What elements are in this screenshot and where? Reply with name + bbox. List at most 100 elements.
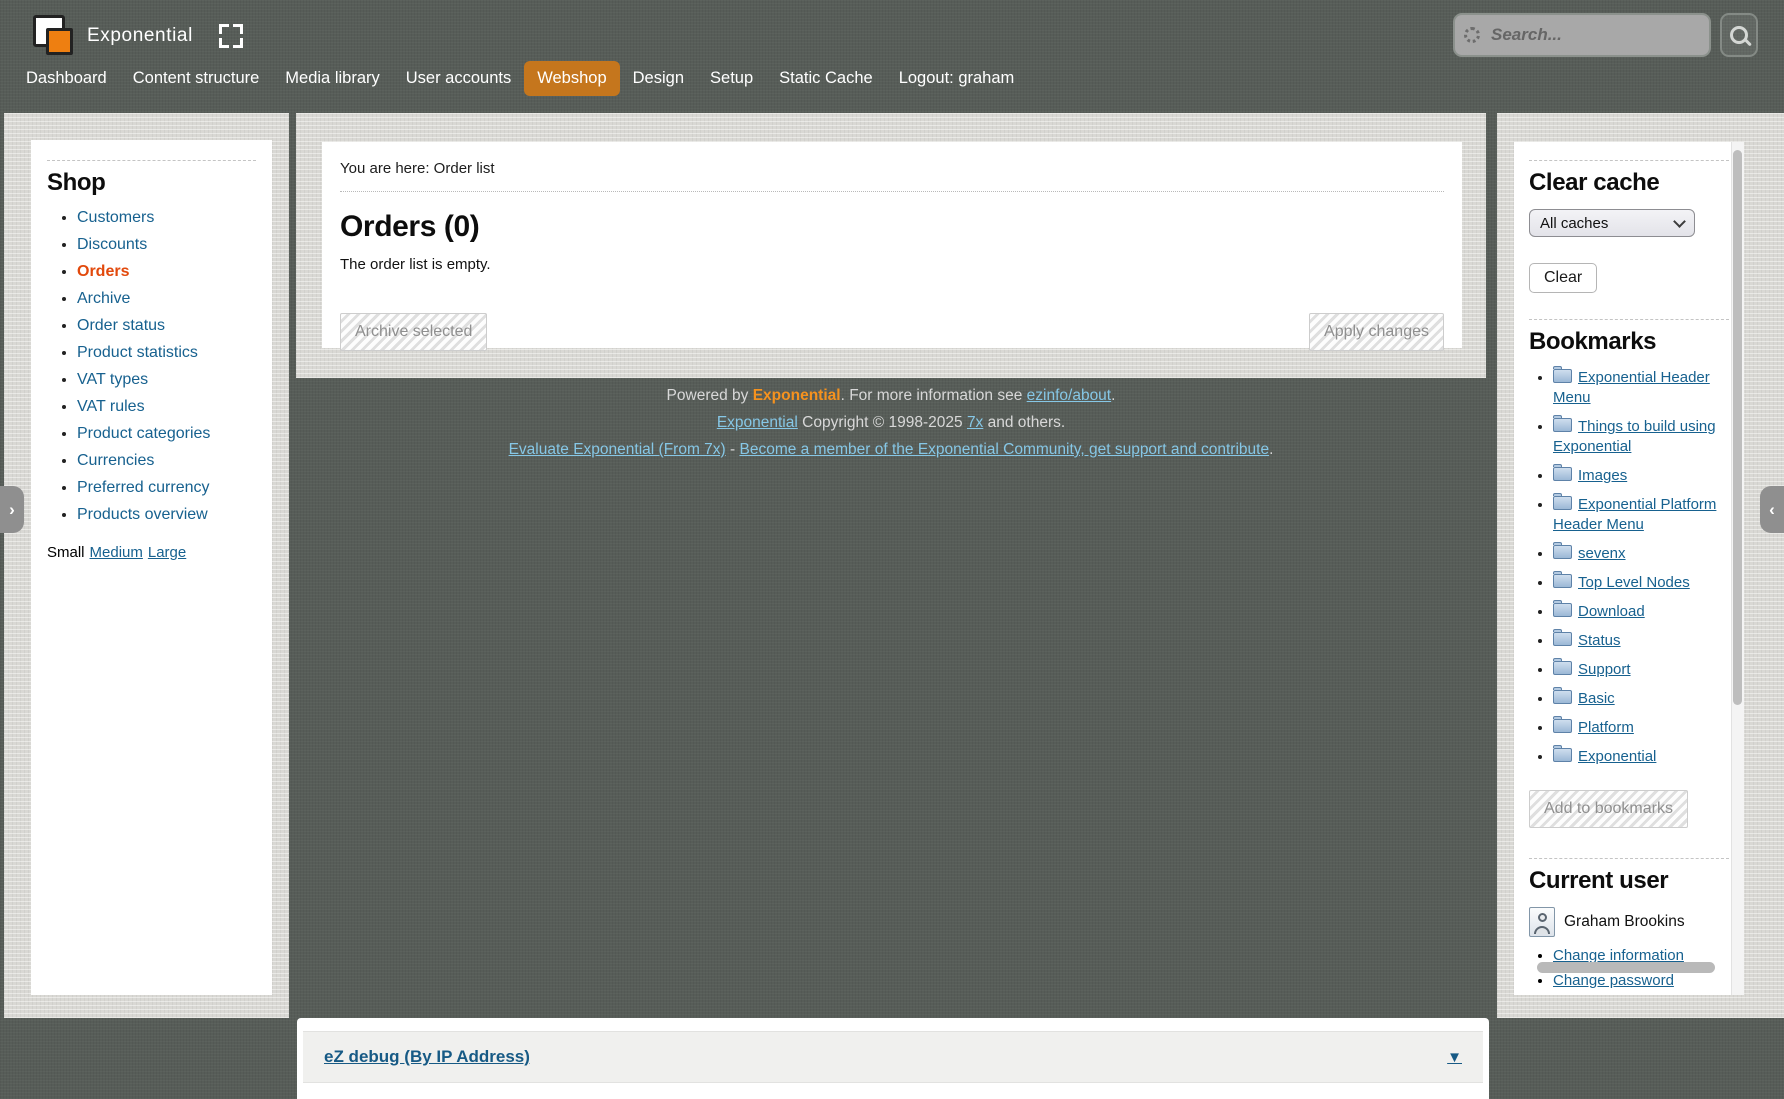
- shop-menu-link[interactable]: Preferred currency: [77, 479, 210, 496]
- folder-icon: [1553, 574, 1572, 588]
- folder-icon: [1553, 496, 1572, 510]
- folder-icon: [1553, 719, 1572, 733]
- community-link[interactable]: Become a member of the Exponential Commu…: [739, 441, 1269, 458]
- horizontal-scrollbar-thumb[interactable]: [1537, 962, 1715, 973]
- shop-menu-item: Preferred currency: [77, 479, 256, 497]
- search-input[interactable]: [1453, 13, 1711, 57]
- shop-menu-link[interactable]: Products overview: [77, 506, 208, 523]
- nav-item[interactable]: Design: [620, 61, 697, 96]
- bookmark-item: Download: [1553, 602, 1729, 622]
- shop-menu-link[interactable]: Order status: [77, 317, 165, 334]
- shop-menu-link[interactable]: Product categories: [77, 425, 210, 442]
- collapse-right-panel-handle[interactable]: ‹: [1760, 486, 1784, 533]
- bookmark-item: Platform: [1553, 718, 1729, 738]
- ezinfo-about-link[interactable]: ezinfo/about: [1027, 387, 1111, 404]
- folder-icon: [1553, 603, 1572, 617]
- right-sidebar: Clear cache All caches Clear Bookmarks E…: [1497, 113, 1784, 1018]
- nav-item[interactable]: Setup: [697, 61, 766, 96]
- current-user-name: Graham Brookins: [1564, 913, 1685, 931]
- vertical-scrollbar[interactable]: [1731, 142, 1744, 995]
- bookmark-link[interactable]: Platform: [1578, 719, 1634, 736]
- bookmark-item: Support: [1553, 660, 1729, 680]
- bookmark-link[interactable]: Basic: [1578, 690, 1615, 707]
- nav-item[interactable]: User accounts: [393, 61, 524, 96]
- folder-icon: [1553, 632, 1572, 646]
- expand-left-panel-handle[interactable]: ›: [0, 486, 24, 533]
- main-nav: DashboardContent structureMedia libraryU…: [13, 61, 1027, 96]
- shop-panel-title: Shop: [47, 169, 256, 197]
- shop-menu-item: Products overview: [77, 506, 256, 524]
- shop-menu-link[interactable]: Orders: [77, 263, 129, 280]
- folder-icon: [1553, 661, 1572, 675]
- archive-selected-button[interactable]: Archive selected: [340, 313, 487, 351]
- bookmark-item: sevenx: [1553, 544, 1729, 564]
- footer-line-community: Evaluate Exponential (From 7x) - Become …: [296, 436, 1486, 463]
- bookmark-link[interactable]: Exponential Platform Header Menu: [1553, 496, 1716, 533]
- bookmark-link[interactable]: Images: [1578, 467, 1627, 484]
- shop-menu-link[interactable]: Archive: [77, 290, 130, 307]
- shop-panel: Shop Customers Discounts Orders Archive: [31, 140, 272, 995]
- shop-menu-item: Order status: [77, 317, 256, 335]
- bookmark-item: Basic: [1553, 689, 1729, 709]
- current-user-title: Current user: [1529, 867, 1729, 895]
- divider: [1529, 319, 1729, 320]
- cache-type-selected-value: All caches: [1540, 215, 1608, 232]
- bookmark-link[interactable]: Download: [1578, 603, 1645, 620]
- nav-item[interactable]: Content structure: [120, 61, 273, 96]
- bookmark-link[interactable]: Status: [1578, 632, 1621, 649]
- divider: [1529, 858, 1729, 859]
- add-to-bookmarks-button[interactable]: Add to bookmarks: [1529, 790, 1688, 828]
- bookmarks-list: Exponential Header Menu Things to build …: [1529, 368, 1729, 767]
- brand-name: Exponential: [753, 387, 841, 404]
- nav-item[interactable]: Static Cache: [766, 61, 886, 96]
- divider: [47, 160, 256, 161]
- nav-item[interactable]: Logout: graham: [886, 61, 1028, 96]
- shop-menu-link[interactable]: Customers: [77, 209, 154, 226]
- nav-item[interactable]: Media library: [272, 61, 392, 96]
- bookmark-item: Exponential Header Menu: [1553, 368, 1729, 408]
- nav-item[interactable]: Dashboard: [13, 61, 120, 96]
- debug-collapse-toggle[interactable]: ▼: [1447, 1049, 1462, 1066]
- evaluate-link[interactable]: Evaluate Exponential (From 7x): [509, 441, 726, 458]
- shop-menu-link[interactable]: Product statistics: [77, 344, 198, 361]
- clear-cache-button[interactable]: Clear: [1529, 263, 1597, 293]
- tools-panel: Clear cache All caches Clear Bookmarks E…: [1514, 142, 1744, 995]
- 7x-link[interactable]: 7x: [967, 414, 983, 431]
- search-button[interactable]: [1720, 13, 1758, 57]
- bookmark-link[interactable]: Top Level Nodes: [1578, 574, 1690, 591]
- user-avatar: [1529, 907, 1555, 937]
- cache-type-select[interactable]: All caches: [1529, 209, 1695, 237]
- shop-menu-item: Product categories: [77, 425, 256, 443]
- bookmark-link[interactable]: Support: [1578, 661, 1631, 678]
- shop-menu-link[interactable]: Discounts: [77, 236, 147, 253]
- main-content-area: You are here: Order list Orders (0) The …: [296, 113, 1486, 378]
- fullscreen-icon[interactable]: [219, 24, 243, 48]
- bookmark-item: Status: [1553, 631, 1729, 651]
- shop-menu-item: Currencies: [77, 452, 256, 470]
- shop-menu-link[interactable]: VAT rules: [77, 398, 145, 415]
- app-logo[interactable]: Exponential: [33, 15, 243, 57]
- shop-menu-link[interactable]: Currencies: [77, 452, 154, 469]
- footer-line-copyright: Exponential Copyright © 1998-2025 7x and…: [296, 409, 1486, 436]
- left-sidebar: Shop Customers Discounts Orders Archive: [4, 113, 289, 1018]
- shop-menu-link[interactable]: VAT types: [77, 371, 148, 388]
- apply-changes-button[interactable]: Apply changes: [1309, 313, 1444, 351]
- shop-menu-item: Discounts: [77, 236, 256, 254]
- user-link[interactable]: Change password: [1553, 972, 1674, 989]
- size-option-link[interactable]: Large: [148, 544, 186, 561]
- ez-debug-link[interactable]: eZ debug (By IP Address): [324, 1047, 530, 1067]
- exponential-link[interactable]: Exponential: [717, 414, 798, 431]
- bookmark-link[interactable]: Things to build using Exponential: [1553, 418, 1716, 455]
- vertical-scrollbar-thumb[interactable]: [1733, 150, 1742, 705]
- bookmark-link[interactable]: Exponential: [1578, 748, 1656, 765]
- bookmark-link[interactable]: Exponential Header Menu: [1553, 369, 1710, 406]
- folder-icon: [1553, 690, 1572, 704]
- gear-icon: [1464, 27, 1480, 43]
- bookmark-item: Images: [1553, 466, 1729, 486]
- search-icon: [1730, 26, 1748, 44]
- bookmark-link[interactable]: sevenx: [1578, 545, 1626, 562]
- shop-menu-item: VAT types: [77, 371, 256, 389]
- nav-item[interactable]: Webshop: [524, 61, 619, 96]
- size-option-link[interactable]: Medium: [90, 544, 143, 561]
- debug-panel: eZ debug (By IP Address) ▼: [297, 1018, 1489, 1099]
